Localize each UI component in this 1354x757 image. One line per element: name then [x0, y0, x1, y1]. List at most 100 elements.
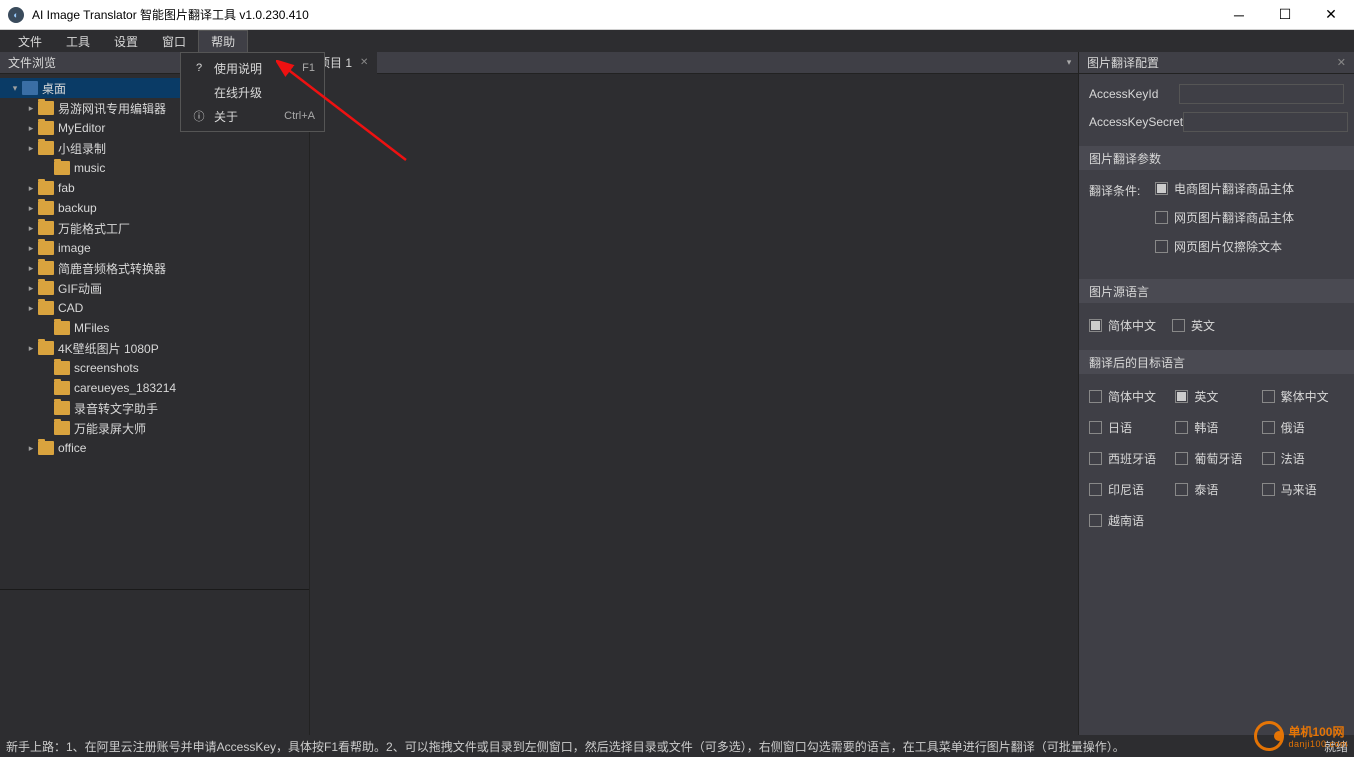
- tree-item[interactable]: ▸GIF动画: [0, 278, 309, 298]
- src-lang-1[interactable]: 英文: [1172, 317, 1215, 334]
- section-tgt-header: 翻译后的目标语言: [1079, 350, 1354, 374]
- expand-icon[interactable]: ▸: [24, 183, 38, 194]
- help-menu-item-2[interactable]: ⓘ关于Ctrl+A: [184, 104, 321, 128]
- tgt-lang-5[interactable]: 俄语: [1262, 419, 1344, 436]
- tree-item-label: music: [74, 161, 105, 175]
- tgt-lang-8[interactable]: 法语: [1262, 450, 1344, 467]
- tree-item[interactable]: ▸ 4K壁纸图片 1080P: [0, 338, 309, 358]
- expand-icon[interactable]: ▸: [24, 103, 38, 114]
- tgt-lang-7[interactable]: 葡萄牙语: [1175, 450, 1257, 467]
- tree-item[interactable]: screenshots: [0, 358, 309, 378]
- expand-icon[interactable]: ▸: [24, 443, 38, 454]
- expand-icon[interactable]: ▸: [24, 263, 38, 274]
- tab-overflow-icon[interactable]: ▾: [1060, 57, 1078, 68]
- tgt-lang-11[interactable]: 马来语: [1262, 481, 1344, 498]
- tree-item[interactable]: 录音转文字助手: [0, 398, 309, 418]
- tree-item-label: 万能录屏大师: [74, 420, 146, 437]
- menu-帮助[interactable]: 帮助: [198, 30, 248, 52]
- expand-icon[interactable]: ▸: [24, 343, 38, 354]
- expand-icon[interactable]: ▸: [24, 203, 38, 214]
- tab-close-icon[interactable]: ✕: [360, 57, 368, 68]
- tree-item[interactable]: ▸ backup: [0, 198, 309, 218]
- maximize-button[interactable]: ☐: [1262, 0, 1308, 30]
- checkbox-label: 韩语: [1194, 419, 1218, 436]
- checkbox-label: 简体中文: [1108, 388, 1156, 405]
- tree-item-label: screenshots: [74, 361, 139, 375]
- checkbox-icon: [1175, 452, 1188, 465]
- status-text: 新手上路：1、在阿里云注册账号并申请AccessKey，具体按F1看帮助。2、可…: [6, 738, 1125, 755]
- tgt-lang-6[interactable]: 西班牙语: [1089, 450, 1171, 467]
- checkbox-label: 西班牙语: [1108, 450, 1156, 467]
- accesskeysecret-input[interactable]: [1183, 112, 1348, 132]
- tree-item-label: 易游网讯专用编辑器: [58, 100, 166, 117]
- folder-tree[interactable]: ▾桌面▸易游网讯专用编辑器▸MyEditor▸小组录制music▸fab▸bac…: [0, 74, 309, 589]
- checkbox-label: 法语: [1281, 450, 1305, 467]
- folder-icon: [54, 361, 70, 375]
- close-button[interactable]: ✕: [1308, 0, 1354, 30]
- tgt-lang-4[interactable]: 韩语: [1175, 419, 1257, 436]
- menu-item-shortcut: F1: [288, 62, 315, 74]
- cond-opt-2[interactable]: 网页图片仅擦除文本: [1155, 238, 1294, 255]
- expand-icon[interactable]: ▸: [24, 303, 38, 314]
- checkbox-icon: [1089, 452, 1102, 465]
- folder-icon: [38, 141, 54, 155]
- tgt-lang-9[interactable]: 印尼语: [1089, 481, 1171, 498]
- checkbox-icon: [1175, 390, 1188, 403]
- folder-icon: [38, 101, 54, 115]
- tree-item[interactable]: ▸简鹿音频格式转换器: [0, 258, 309, 278]
- folder-icon: [38, 221, 54, 235]
- cond-opt-0[interactable]: 电商图片翻译商品主体: [1155, 180, 1294, 197]
- folder-icon: [38, 261, 54, 275]
- tree-item[interactable]: ▸CAD: [0, 298, 309, 318]
- tgt-lang-1[interactable]: 英文: [1175, 388, 1257, 405]
- tgt-lang-3[interactable]: 日语: [1089, 419, 1171, 436]
- tgt-lang-0[interactable]: 简体中文: [1089, 388, 1171, 405]
- tree-item[interactable]: ▸fab: [0, 178, 309, 198]
- tree-item-label: 小组录制: [58, 140, 106, 157]
- folder-icon: [54, 421, 70, 435]
- menu-文件[interactable]: 文件: [6, 30, 54, 52]
- tree-item[interactable]: careueyes_183214: [0, 378, 309, 398]
- tree-item[interactable]: ▸ 小组录制: [0, 138, 309, 158]
- folder-icon: [38, 241, 54, 255]
- config-panel-close-icon[interactable]: ✕: [1337, 56, 1346, 69]
- expand-icon[interactable]: ▸: [24, 123, 38, 134]
- checkbox-label: 繁体中文: [1281, 388, 1329, 405]
- workspace[interactable]: [310, 74, 1078, 735]
- cond-opt-1[interactable]: 网页图片翻译商品主体: [1155, 209, 1294, 226]
- tree-item[interactable]: ▸万能格式工厂: [0, 218, 309, 238]
- src-lang-0[interactable]: 简体中文: [1089, 317, 1156, 334]
- tree-item[interactable]: music: [0, 158, 309, 178]
- tab-strip: 项目 1✕▾: [310, 52, 1078, 74]
- menu-item-label: 使用说明: [208, 60, 288, 77]
- tree-item[interactable]: MFiles: [0, 318, 309, 338]
- tree-item[interactable]: ▸ image: [0, 238, 309, 258]
- menu-设置[interactable]: 设置: [102, 30, 150, 52]
- folder-icon: [38, 441, 54, 455]
- checkbox-label: 英文: [1191, 317, 1215, 334]
- expand-icon[interactable]: ▸: [24, 143, 38, 154]
- help-menu-item-0[interactable]: ?使用说明F1: [184, 56, 321, 80]
- folder-icon: [38, 281, 54, 295]
- tree-item-label: image: [58, 241, 91, 255]
- tgt-lang-12[interactable]: 越南语: [1089, 512, 1171, 529]
- config-panel-title: 图片翻译配置: [1087, 54, 1159, 71]
- tree-item-label: office: [58, 441, 86, 455]
- expand-icon[interactable]: ▸: [24, 243, 38, 254]
- expand-icon[interactable]: ▾: [8, 83, 22, 94]
- file-browser-panel: 文件浏览 ▾桌面▸易游网讯专用编辑器▸MyEditor▸小组录制music▸fa…: [0, 52, 310, 735]
- menu-窗口[interactable]: 窗口: [150, 30, 198, 52]
- menu-工具[interactable]: 工具: [54, 30, 102, 52]
- minimize-button[interactable]: ─: [1216, 0, 1262, 30]
- tree-item-label: backup: [58, 201, 97, 215]
- tree-item[interactable]: ▸ office: [0, 438, 309, 458]
- help-menu-item-1[interactable]: 在线升级: [184, 80, 321, 104]
- tree-item[interactable]: 万能录屏大师: [0, 418, 309, 438]
- accesskeyid-input[interactable]: [1179, 84, 1344, 104]
- tree-item-label: 4K壁纸图片 1080P: [58, 340, 159, 357]
- expand-icon[interactable]: ▸: [24, 223, 38, 234]
- tgt-lang-2[interactable]: 繁体中文: [1262, 388, 1344, 405]
- checkbox-label: 泰语: [1194, 481, 1218, 498]
- expand-icon[interactable]: ▸: [24, 283, 38, 294]
- tgt-lang-10[interactable]: 泰语: [1175, 481, 1257, 498]
